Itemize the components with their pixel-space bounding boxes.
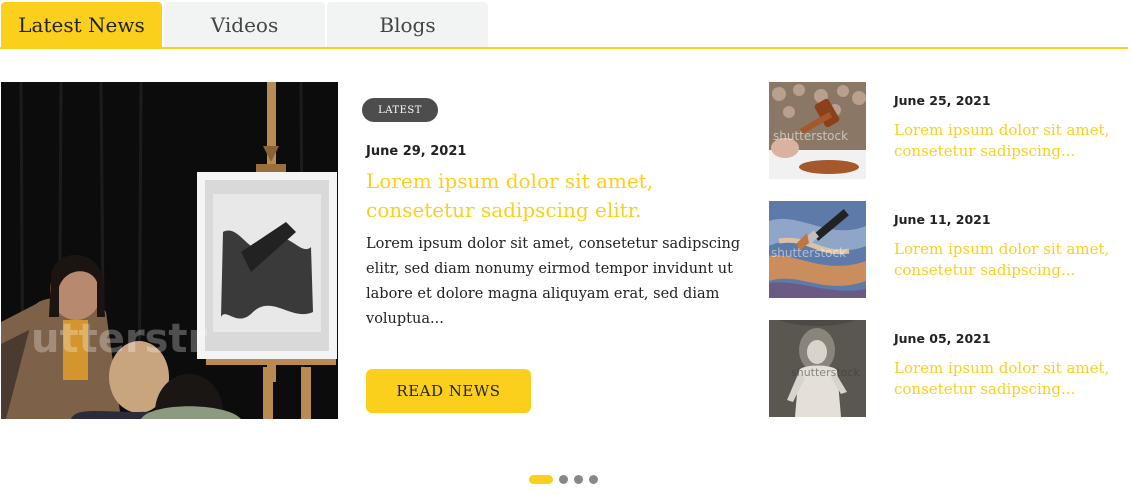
- news-tabs: Latest News Videos Blogs: [0, 0, 1128, 49]
- side-news-thumbnail[interactable]: shutterstock: [769, 82, 866, 179]
- side-news-title[interactable]: Lorem ipsum dolor sit amet, consetetur s…: [894, 358, 1124, 400]
- side-news-thumbnail[interactable]: shutterstock: [769, 201, 866, 298]
- tab-blogs[interactable]: Blogs: [327, 2, 488, 48]
- tab-videos[interactable]: Videos: [164, 2, 325, 48]
- thumb-watermark: shutterstock: [771, 246, 846, 260]
- side-news-item[interactable]: shutterstock June 11, 2021 Lorem ipsum d…: [769, 201, 1129, 299]
- art-lecture-photo: utterstr: [1, 82, 338, 419]
- auction-gavel-photo: shutterstock: [769, 82, 866, 179]
- side-news-date: June 05, 2021: [894, 331, 991, 346]
- side-news-title[interactable]: Lorem ipsum dolor sit amet, consetetur s…: [894, 120, 1124, 162]
- pager-dot-1[interactable]: [529, 474, 553, 484]
- side-news-item[interactable]: shutterstock June 05, 2021 Lorem ipsum d…: [769, 320, 1129, 418]
- featured-date: June 29, 2021: [366, 144, 467, 159]
- featured-watermark: utterstr: [31, 316, 208, 362]
- tab-underline: [0, 47, 1128, 49]
- side-news-thumbnail[interactable]: shutterstock: [769, 320, 866, 417]
- pager-dot-2[interactable]: [559, 474, 568, 484]
- side-news-date: June 11, 2021: [894, 212, 991, 227]
- paint-brush-photo: shutterstock: [769, 201, 866, 298]
- featured-excerpt: Lorem ipsum dolor sit amet, consetetur s…: [366, 236, 741, 327]
- statue-photo: shutterstock: [769, 320, 866, 417]
- thumb-watermark: shutterstock: [773, 129, 848, 143]
- side-news-item[interactable]: shutterstock June 25, 2021 Lorem ipsum d…: [769, 82, 1129, 180]
- pager-dot-4[interactable]: [589, 474, 598, 484]
- thumb-watermark: shutterstock: [791, 366, 860, 379]
- pager-dot-3[interactable]: [574, 474, 583, 484]
- side-news-title[interactable]: Lorem ipsum dolor sit amet, consetetur s…: [894, 239, 1124, 281]
- side-news-date: June 25, 2021: [894, 93, 991, 108]
- carousel-pager: [529, 474, 598, 484]
- tab-latest-news[interactable]: Latest News: [1, 2, 162, 48]
- featured-news-image[interactable]: utterstr: [1, 82, 338, 419]
- latest-badge: LATEST: [362, 98, 438, 122]
- read-news-button[interactable]: READ NEWS: [366, 369, 531, 413]
- featured-title[interactable]: Lorem ipsum dolor sit amet, consetetur s…: [366, 167, 726, 225]
